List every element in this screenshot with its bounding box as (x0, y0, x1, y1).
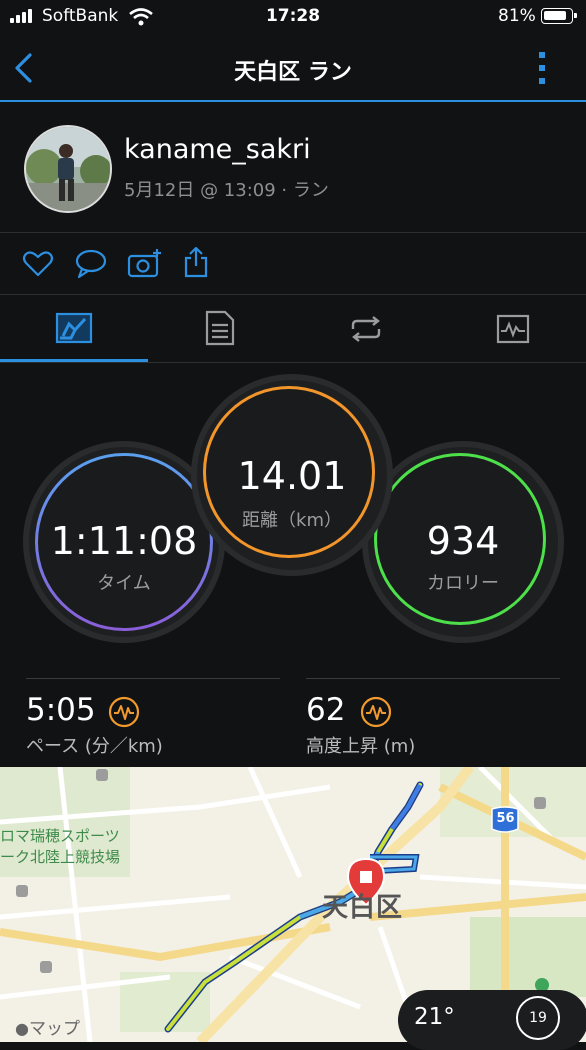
wind-compass-icon: 19 (516, 996, 560, 1040)
runner-photo (26, 127, 110, 211)
calories-value: 934 (426, 519, 500, 563)
pace-label: ペース (分／km) (26, 736, 163, 757)
laps-tab-icon[interactable] (347, 316, 385, 342)
poi-label: ロマ瑞穂スポーツ ーク北陸上競技場 (0, 827, 121, 866)
elevation-metric-icon[interactable] (360, 696, 392, 728)
distance-value: 14.01 (237, 454, 347, 498)
share-icon[interactable] (183, 246, 209, 278)
page-title: 天白区 ラン (234, 60, 352, 85)
username[interactable]: kaname_sakri (124, 134, 311, 165)
details-tab-icon[interactable] (205, 310, 235, 346)
divider (0, 294, 586, 295)
battery-icon (541, 8, 577, 24)
weather-widget[interactable]: 21° 19 (398, 990, 586, 1050)
divider (306, 678, 560, 679)
more-icon[interactable] (536, 50, 548, 86)
overview-tab-icon[interactable] (55, 312, 93, 344)
activity-datetime: 5月12日 @ 13:09 · ラン (124, 180, 329, 201)
elevation-value: 62 (306, 692, 346, 728)
divider (0, 232, 586, 233)
route-shield-label: 56 (496, 811, 515, 826)
wind-speed: 19 (529, 1010, 547, 1026)
apple-logo-icon: ● (15, 1019, 29, 1038)
status-bar: SoftBank 17:28 81% (0, 0, 586, 34)
time-circle: 1:11:08 タイム (29, 447, 219, 637)
time-label: タイム (97, 573, 151, 594)
add-photo-icon[interactable] (127, 248, 163, 278)
battery-percent: 81% (498, 6, 536, 26)
pace-value: 5:05 (26, 692, 96, 728)
comment-icon[interactable] (74, 248, 108, 280)
place-label: 天白区 (322, 893, 404, 923)
divider (0, 362, 586, 363)
charts-tab-icon[interactable] (496, 314, 530, 344)
avatar[interactable] (24, 125, 112, 213)
heart-icon[interactable] (22, 250, 54, 278)
time-value: 1:11:08 (50, 519, 198, 563)
pace-metric-icon[interactable] (108, 696, 140, 728)
map-attribution: ●マップ (15, 1019, 80, 1039)
distance-label: 距離（km） (242, 510, 342, 531)
divider (26, 678, 280, 679)
calories-label: カロリー (427, 573, 499, 594)
nav-bar: 天白区 ラン (0, 34, 586, 102)
elevation-label: 高度上昇 (m) (306, 736, 416, 757)
distance-circle: 14.01 距離（km） (197, 380, 387, 570)
calories-circle: 934 カロリー (368, 447, 558, 637)
temperature: 21° (414, 1004, 455, 1030)
